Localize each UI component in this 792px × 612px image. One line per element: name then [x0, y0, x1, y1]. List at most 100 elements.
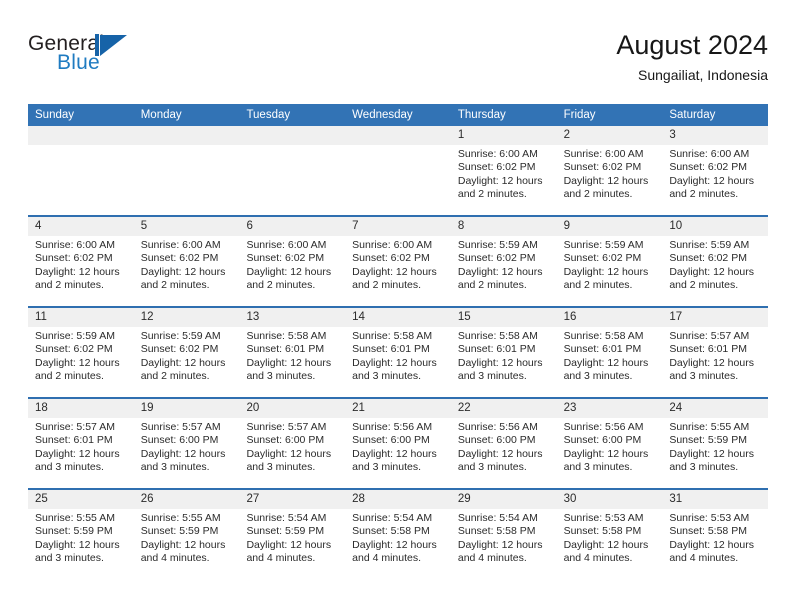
day-number-9[interactable]: 9: [557, 217, 663, 236]
day-cell-24[interactable]: Sunrise: 5:55 AM Sunset: 5:59 PM Daylight:…: [662, 418, 768, 488]
day-info-line: and 3 minutes.: [563, 370, 633, 383]
day-info-line: Sunset: 6:02 PM: [457, 252, 536, 265]
day-info-line: Sunset: 5:59 PM: [140, 525, 219, 538]
day-number-16[interactable]: 16: [557, 308, 663, 327]
day-number-17[interactable]: 17: [662, 308, 768, 327]
day-number-18[interactable]: 18: [28, 399, 134, 418]
day-number-27[interactable]: 27: [239, 490, 345, 509]
day-number-8[interactable]: 8: [451, 217, 557, 236]
day-cell-7[interactable]: Sunrise: 6:00 AM Sunset: 6:02 PM Daylight:…: [345, 236, 451, 306]
day-cell-13[interactable]: Sunrise: 5:58 AM Sunset: 6:01 PM Daylight:…: [239, 327, 345, 397]
day-cell-18[interactable]: Sunrise: 5:57 AM Sunset: 6:01 PM Daylight:…: [28, 418, 134, 488]
day-number-13[interactable]: 13: [239, 308, 345, 327]
day-cell-21[interactable]: Sunrise: 5:56 AM Sunset: 6:00 PM Daylight:…: [345, 418, 451, 488]
week-number-band: 25 26 27 28 29 30 31: [28, 490, 768, 509]
day-cell-6[interactable]: Sunrise: 6:00 AM Sunset: 6:02 PM Daylight:…: [239, 236, 345, 306]
day-info-line: Sunset: 5:59 PM: [669, 434, 747, 447]
day-cell-26[interactable]: Sunrise: 5:55 AM Sunset: 5:59 PM Daylight:…: [134, 509, 240, 579]
day-info-line: and 3 minutes.: [35, 461, 104, 474]
day-number-10[interactable]: 10: [662, 217, 768, 236]
day-cell-14[interactable]: Sunrise: 5:58 AM Sunset: 6:01 PM Daylight:…: [345, 327, 451, 397]
day-cell-12[interactable]: Sunrise: 5:59 AM Sunset: 6:02 PM Daylight:…: [134, 327, 240, 397]
day-number-28[interactable]: 28: [345, 490, 451, 509]
day-info-line: Sunrise: 5:57 AM: [669, 330, 750, 342]
day-cell-31[interactable]: Sunrise: 5:53 AM Sunset: 5:58 PM Daylight:…: [662, 509, 768, 579]
day-number-21[interactable]: 21: [345, 399, 451, 418]
day-info-line: Daylight: 12 hours: [35, 447, 120, 460]
day-info-line: Sunset: 6:02 PM: [35, 252, 113, 265]
day-cell-23[interactable]: Sunrise: 5:56 AM Sunset: 6:00 PM Daylight:…: [557, 418, 663, 488]
day-info-line: Sunrise: 6:00 AM: [35, 239, 115, 251]
day-info-line: Sunset: 6:02 PM: [563, 252, 642, 265]
day-number-24[interactable]: 24: [662, 399, 768, 418]
day-number-4[interactable]: 4: [28, 217, 134, 236]
day-number-22[interactable]: 22: [451, 399, 557, 418]
day-cell-2[interactable]: Sunrise: 6:00 AM Sunset: 6:02 PM Daylight:…: [557, 145, 663, 215]
day-number-23[interactable]: 23: [557, 399, 663, 418]
day-info-line: and 3 minutes.: [457, 370, 527, 383]
day-cell-17[interactable]: Sunrise: 5:57 AM Sunset: 6:01 PM Daylight:…: [662, 327, 768, 397]
day-number-2[interactable]: 2: [557, 126, 663, 145]
day-number-3[interactable]: 3: [662, 126, 768, 145]
day-number-14[interactable]: 14: [345, 308, 451, 327]
day-cell-22[interactable]: Sunrise: 5:56 AM Sunset: 6:00 PM Daylight:…: [451, 418, 557, 488]
day-cell-3[interactable]: Sunrise: 6:00 AM Sunset: 6:02 PM Daylight:…: [662, 145, 768, 215]
day-info-line: Sunset: 5:58 PM: [563, 525, 642, 538]
week-number-band: 4 5 6 7 8 9 10: [28, 217, 768, 236]
day-cell-11[interactable]: Sunrise: 5:59 AM Sunset: 6:02 PM Daylight:…: [28, 327, 134, 397]
day-info-line: Daylight: 12 hours: [140, 447, 226, 460]
day-cell-27[interactable]: Sunrise: 5:54 AM Sunset: 5:59 PM Daylight:…: [239, 509, 345, 579]
day-info-line: Sunrise: 5:55 AM: [35, 512, 115, 524]
calendar-weeks: 1 2 3 Sunrise: 6:00 AM Sunset: 6:02 PM Daylig…: [28, 126, 768, 579]
day-cell-8[interactable]: Sunrise: 5:59 AM Sunset: 6:02 PM Daylight:…: [451, 236, 557, 306]
day-info-line: and 2 minutes.: [563, 279, 633, 292]
day-cell-30[interactable]: Sunrise: 5:53 AM Sunset: 5:58 PM Daylight:…: [557, 509, 663, 579]
day-cell-1[interactable]: Sunrise: 6:00 AM Sunset: 6:02 PM Daylight:…: [451, 145, 557, 215]
day-cell-25[interactable]: Sunrise: 5:55 AM Sunset: 5:59 PM Daylight:…: [28, 509, 134, 579]
day-info-line: Sunrise: 5:56 AM: [352, 421, 433, 433]
day-number-29[interactable]: 29: [451, 490, 557, 509]
day-cell-16[interactable]: Sunrise: 5:58 AM Sunset: 6:01 PM Daylight:…: [557, 327, 663, 397]
triangle-logo-icon: [95, 34, 129, 58]
day-number-31[interactable]: 31: [662, 490, 768, 509]
day-info-line: Sunset: 6:02 PM: [246, 252, 325, 265]
day-info-line: Sunrise: 6:00 AM: [669, 148, 750, 160]
day-info-line: Daylight: 12 hours: [563, 265, 649, 278]
day-cell-9[interactable]: Sunrise: 5:59 AM Sunset: 6:02 PM Daylight:…: [557, 236, 663, 306]
logo-triangle-shape: [100, 35, 127, 56]
brand-logo[interactable]: General Blue: [28, 32, 228, 92]
day-number-12[interactable]: 12: [134, 308, 240, 327]
day-number-7[interactable]: 7: [345, 217, 451, 236]
day-cell-19[interactable]: Sunrise: 5:57 AM Sunset: 6:00 PM Daylight:…: [134, 418, 240, 488]
day-info-line: Sunrise: 5:55 AM: [140, 512, 221, 524]
day-cell-4[interactable]: Sunrise: 6:00 AM Sunset: 6:02 PM Daylight:…: [28, 236, 134, 306]
day-number-20[interactable]: 20: [239, 399, 345, 418]
day-cell-15[interactable]: Sunrise: 5:58 AM Sunset: 6:01 PM Daylight:…: [451, 327, 557, 397]
day-number-6[interactable]: 6: [239, 217, 345, 236]
day-number-15[interactable]: 15: [451, 308, 557, 327]
day-info-line: Daylight: 12 hours: [352, 356, 437, 369]
day-number-30[interactable]: 30: [557, 490, 663, 509]
day-number-26[interactable]: 26: [134, 490, 240, 509]
day-number-25[interactable]: 25: [28, 490, 134, 509]
day-info-line: Sunset: 6:02 PM: [669, 252, 747, 265]
day-number-1[interactable]: 1: [451, 126, 557, 145]
day-info-line: Daylight: 12 hours: [457, 447, 543, 460]
day-info-line: Sunrise: 5:58 AM: [352, 330, 433, 342]
day-number-empty: [134, 126, 240, 145]
day-info-line: Sunset: 6:02 PM: [669, 161, 747, 174]
day-number-5[interactable]: 5: [134, 217, 240, 236]
day-cell-5[interactable]: Sunrise: 6:00 AM Sunset: 6:02 PM Daylight:…: [134, 236, 240, 306]
calendar-week-row: 4 5 6 7 8 9 10 Sunrise: 6:00 AM Sunset: 6:02 PM D…: [28, 215, 768, 306]
day-info-line: Sunrise: 5:58 AM: [246, 330, 327, 342]
day-info-line: and 2 minutes.: [669, 279, 739, 292]
day-cell-28[interactable]: Sunrise: 5:54 AM Sunset: 5:58 PM Daylight:…: [345, 509, 451, 579]
day-cell-20[interactable]: Sunrise: 5:57 AM Sunset: 6:00 PM Daylight:…: [239, 418, 345, 488]
day-number-11[interactable]: 11: [28, 308, 134, 327]
day-number-19[interactable]: 19: [134, 399, 240, 418]
week-detail-row: Sunrise: 5:57 AM Sunset: 6:01 PM Daylight:…: [28, 418, 768, 488]
week-detail-row: Sunrise: 6:00 AM Sunset: 6:02 PM Daylight:…: [28, 236, 768, 306]
day-info-line: Daylight: 12 hours: [352, 447, 437, 460]
day-cell-29[interactable]: Sunrise: 5:54 AM Sunset: 5:58 PM Daylight:…: [451, 509, 557, 579]
day-cell-10[interactable]: Sunrise: 5:59 AM Sunset: 6:02 PM Daylight:…: [662, 236, 768, 306]
